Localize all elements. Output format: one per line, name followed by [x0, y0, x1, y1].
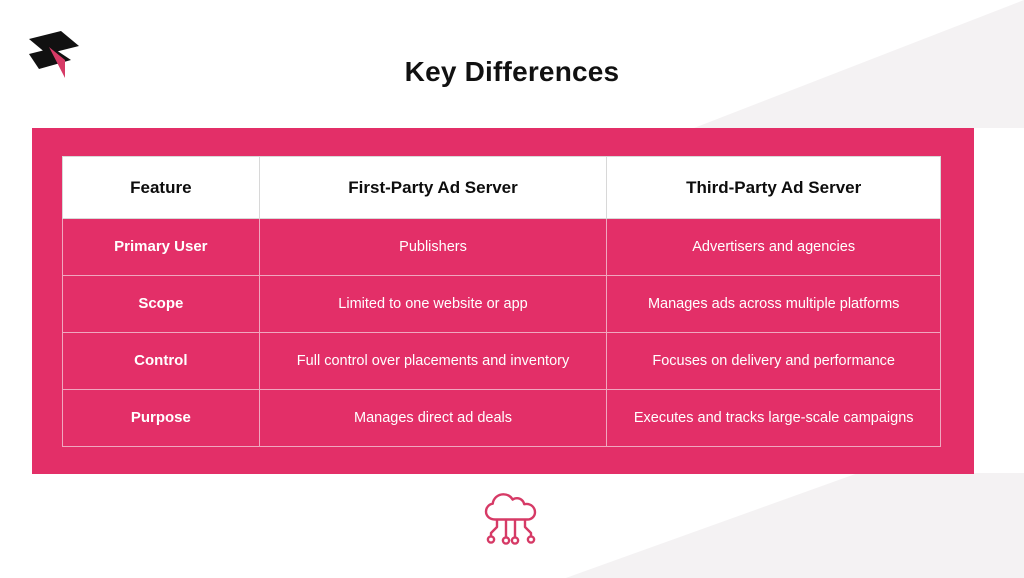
cloud-computing-icon-glyph: [484, 493, 537, 545]
cell-feature: Scope: [62, 275, 260, 333]
cell-first-party: Full control over placements and invento…: [258, 332, 608, 390]
slide-canvas: Key Differences Feature First-Party Ad S…: [0, 0, 1024, 578]
cell-first-party: Manages direct ad deals: [258, 389, 608, 447]
comparison-table: Feature First-Party Ad Server Third-Part…: [62, 156, 941, 447]
column-header-feature: Feature: [62, 156, 260, 219]
table-row: Purpose Manages direct ad deals Executes…: [62, 389, 941, 447]
cell-feature: Primary User: [62, 218, 260, 276]
column-header-third-party: Third-Party Ad Server: [606, 156, 941, 219]
table-body: Primary User Publishers Advertisers and …: [62, 218, 941, 447]
cloud-computing-icon: [479, 489, 545, 551]
table-row: Scope Limited to one website or app Mana…: [62, 275, 941, 333]
table-row: Control Full control over placements and…: [62, 332, 941, 390]
background-wedge-bottom-right: [565, 473, 1024, 578]
table-row: Primary User Publishers Advertisers and …: [62, 218, 941, 276]
cell-third-party: Advertisers and agencies: [606, 218, 941, 276]
table-header-row: Feature First-Party Ad Server Third-Part…: [62, 156, 941, 219]
page-title: Key Differences: [404, 56, 620, 87]
cell-third-party: Executes and tracks large-scale campaign…: [606, 389, 941, 447]
cell-third-party: Focuses on delivery and performance: [606, 332, 941, 390]
cell-feature: Purpose: [62, 389, 260, 447]
table-header: Feature First-Party Ad Server Third-Part…: [62, 156, 941, 219]
cell-feature: Control: [62, 332, 260, 390]
cell-first-party: Publishers: [258, 218, 608, 276]
cell-first-party: Limited to one website or app: [258, 275, 608, 333]
cell-third-party: Manages ads across multiple platforms: [606, 275, 941, 333]
comparison-table-panel: Feature First-Party Ad Server Third-Part…: [32, 128, 974, 474]
column-header-first-party: First-Party Ad Server: [258, 156, 608, 219]
